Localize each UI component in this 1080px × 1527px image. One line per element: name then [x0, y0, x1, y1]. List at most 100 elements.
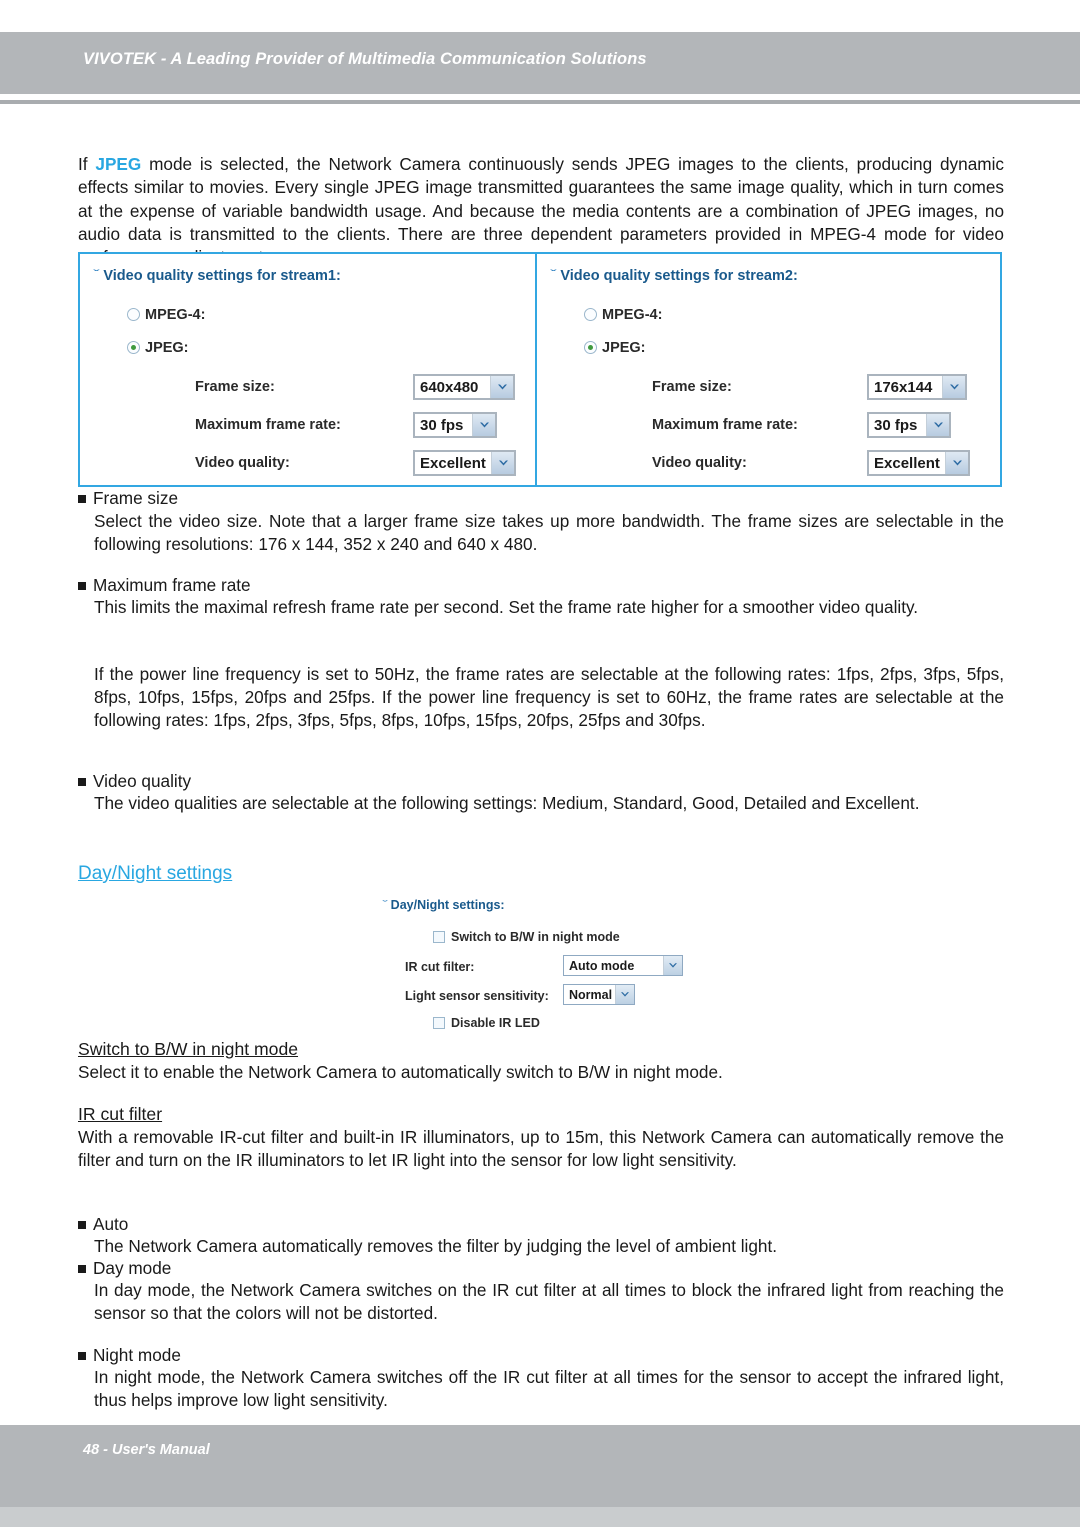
stream2-video-quality-label: Video quality:	[652, 455, 747, 471]
bullet-frame-size-heading: Frame size	[78, 487, 178, 509]
chevron-down-icon[interactable]	[491, 452, 514, 474]
stream1-video-quality-row: Video quality: Excellent	[80, 450, 535, 480]
switch-bw-checkbox-row[interactable]: Switch to B/W in night mode	[433, 930, 620, 944]
ir-cut-filter-body: With a removable IR-cut filter and built…	[78, 1127, 1004, 1171]
chevron-down-icon[interactable]	[615, 985, 634, 1004]
day-night-panel-title: ˇ Day/Night settings:	[382, 898, 505, 912]
bullet-day-mode-heading: Day mode	[78, 1257, 171, 1279]
stream1-max-frame-rate-row: Maximum frame rate: 30 fps	[80, 412, 535, 442]
stream2-radio-mpeg4[interactable]: MPEG-4:	[584, 307, 662, 323]
bullet-square-icon	[78, 1221, 86, 1229]
stream1-video-quality-value: Excellent	[415, 452, 491, 474]
chevron-down-icon[interactable]	[490, 376, 513, 398]
stream1-max-frame-rate-label: Maximum frame rate:	[195, 417, 341, 433]
stream1-column: ˇ Video quality settings for stream1: MPE…	[80, 254, 535, 485]
stream2-max-frame-rate-dropdown[interactable]: 30 fps	[867, 412, 951, 438]
night-mode-body: In night mode, the Network Camera switch…	[94, 1367, 1004, 1411]
light-sensor-label: Light sensor sensitivity:	[405, 989, 549, 1003]
radio-jpeg-icon[interactable]	[127, 341, 140, 354]
stream2-title-text: Video quality settings for stream2:	[560, 268, 798, 284]
stream2-panel-title: ˇ Video quality settings for stream2:	[550, 266, 798, 284]
footer-page-label: 48 - User's Manual	[83, 1442, 210, 1458]
ir-cut-filter-value: Auto mode	[569, 958, 635, 973]
frame-size-heading-text: Frame size	[93, 488, 178, 508]
day-mode-heading-text: Day mode	[93, 1258, 172, 1278]
stream1-max-frame-rate-value: 30 fps	[415, 414, 472, 436]
stream1-radio-mpeg4[interactable]: MPEG-4:	[127, 307, 205, 323]
chevron-down-icon[interactable]	[926, 414, 949, 436]
stream1-video-quality-label: Video quality:	[195, 455, 290, 471]
bullet-square-icon	[78, 1352, 86, 1360]
stream2-mpeg4-label: MPEG-4:	[602, 307, 663, 323]
stream2-frame-size-dropdown[interactable]: 176x144	[867, 374, 967, 400]
bullet-max-frame-rate-heading: Maximum frame rate	[78, 574, 251, 596]
radio-jpeg-icon[interactable]	[584, 341, 597, 354]
stream1-frame-size-row: Frame size: 640x480	[80, 374, 535, 404]
disable-ir-led-label: Disable IR LED	[451, 1016, 540, 1030]
auto-heading-text: Auto	[93, 1214, 129, 1234]
stream1-title-text: Video quality settings for stream1:	[103, 268, 341, 284]
footer-bottom-strip	[0, 1507, 1080, 1527]
radio-mpeg4-icon[interactable]	[584, 308, 597, 321]
max-frame-rate-body: This limits the maximal refresh frame ra…	[94, 597, 919, 617]
stream2-frame-size-label: Frame size:	[652, 379, 732, 395]
page-header: VIVOTEK - A Leading Provider of Multimed…	[0, 32, 1080, 94]
ir-cut-filter-label: IR cut filter:	[405, 960, 475, 974]
jpeg-keyword: JPEG	[95, 154, 142, 175]
auto-body: The Network Camera automatically removes…	[94, 1236, 778, 1256]
stream2-jpeg-label: JPEG:	[602, 340, 646, 356]
chevron-down-icon[interactable]	[663, 956, 682, 975]
day-night-settings-link[interactable]: Day/Night settings	[78, 863, 232, 885]
switch-bw-subheading: Switch to B/W in night mode	[78, 1039, 299, 1059]
stream2-video-quality-row: Video quality: Excellent	[537, 450, 992, 480]
stream2-video-quality-dropdown[interactable]: Excellent	[867, 450, 970, 476]
collapse-chevron-icon[interactable]: ˇ	[550, 268, 556, 279]
switch-bw-checkbox-icon[interactable]	[433, 931, 445, 943]
max-frame-rate-heading-text: Maximum frame rate	[93, 575, 251, 595]
stream1-radio-jpeg[interactable]: JPEG:	[127, 340, 189, 356]
day-night-settings-panel: ˇ Day/Night settings: Switch to B/W in ni…	[382, 898, 723, 1034]
collapse-chevron-icon[interactable]: ˇ	[382, 900, 387, 908]
switch-bw-body: Select it to enable the Network Camera t…	[78, 1062, 723, 1082]
stream1-frame-size-value: 640x480	[415, 376, 490, 398]
radio-mpeg4-icon[interactable]	[127, 308, 140, 321]
disable-ir-led-checkbox-row[interactable]: Disable IR LED	[433, 1016, 540, 1030]
stream1-jpeg-label: JPEG:	[145, 340, 189, 356]
ir-cut-filter-subheading: IR cut filter	[78, 1104, 163, 1124]
stream2-max-frame-rate-row: Maximum frame rate: 30 fps	[537, 412, 992, 442]
stream1-max-frame-rate-dropdown[interactable]: 30 fps	[413, 412, 497, 438]
header-title: VIVOTEK - A Leading Provider of Multimed…	[83, 50, 647, 68]
collapse-chevron-icon[interactable]: ˇ	[93, 268, 99, 279]
page-footer: 48 - User's Manual	[0, 1425, 1080, 1507]
stream2-max-frame-rate-label: Maximum frame rate:	[652, 417, 798, 433]
stream1-panel-title: ˇ Video quality settings for stream1:	[93, 266, 341, 284]
stream2-radio-jpeg[interactable]: JPEG:	[584, 340, 646, 356]
chevron-down-icon[interactable]	[945, 452, 968, 474]
stream2-frame-size-row: Frame size: 176x144	[537, 374, 992, 404]
bullet-auto-heading: Auto	[78, 1213, 128, 1235]
ir-cut-filter-dropdown[interactable]: Auto mode	[563, 955, 683, 976]
day-night-panel-title-text: Day/Night settings:	[390, 898, 505, 912]
chevron-down-icon[interactable]	[472, 414, 495, 436]
stream2-frame-size-value: 176x144	[869, 376, 942, 398]
light-sensor-dropdown[interactable]: Normal	[563, 984, 635, 1005]
video-quality-body: The video qualities are selectable at th…	[94, 793, 920, 813]
max-frame-rate-note: If the power line frequency is set to 50…	[94, 664, 1004, 731]
bullet-square-icon	[78, 582, 86, 590]
video-quality-settings-panel: ˇ Video quality settings for stream1: MPE…	[78, 252, 1002, 487]
stream1-frame-size-dropdown[interactable]: 640x480	[413, 374, 515, 400]
bullet-square-icon	[78, 778, 86, 786]
bullet-video-quality-heading: Video quality	[78, 770, 191, 792]
intro-lead: If	[78, 154, 96, 175]
light-sensor-value: Normal	[569, 987, 613, 1002]
frame-size-body: Select the video size. Note that a large…	[94, 511, 1004, 555]
disable-ir-led-checkbox-icon[interactable]	[433, 1017, 445, 1029]
day-mode-body: In day mode, the Network Camera switches…	[94, 1280, 1004, 1324]
stream1-video-quality-dropdown[interactable]: Excellent	[413, 450, 516, 476]
stream2-max-frame-rate-value: 30 fps	[869, 414, 926, 436]
intro-rest: mode is selected, the Network Camera con…	[78, 154, 1004, 267]
stream1-frame-size-label: Frame size:	[195, 379, 275, 395]
chevron-down-icon[interactable]	[942, 376, 965, 398]
header-divider-rule	[0, 100, 1080, 104]
switch-bw-checkbox-label: Switch to B/W in night mode	[451, 930, 620, 944]
